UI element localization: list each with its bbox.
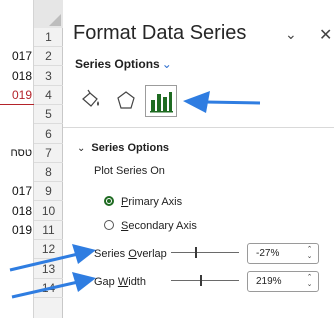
cell-column: 017 018 019 טסח 017 018 019 (0, 0, 34, 318)
pentagon-effects-icon[interactable] (113, 85, 139, 117)
chevron-down-icon: ⌄ (77, 143, 86, 154)
radio-unselected-icon[interactable] (104, 220, 114, 230)
series-overlap-rest: verlap (136, 248, 167, 260)
spin-arrows-icon[interactable]: ⌃ ⌄ (305, 274, 314, 289)
cell-value[interactable]: 017 (0, 47, 34, 66)
row-number[interactable]: 2 (34, 47, 63, 67)
series-overlap-value[interactable]: -27% (256, 248, 279, 259)
chevron-down-icon: ⌄ (161, 57, 172, 71)
paint-bucket-icon[interactable] (77, 85, 103, 117)
gap-width-slider[interactable] (171, 275, 239, 287)
select-all-corner[interactable] (34, 0, 63, 28)
row-number[interactable]: 8 (34, 163, 63, 183)
row-number[interactable]: 14 (34, 279, 63, 298)
divider (63, 127, 334, 128)
row-number[interactable]: 3 (34, 67, 63, 86)
row-number[interactable]: 6 (34, 125, 63, 144)
close-icon[interactable]: ✕ (319, 25, 332, 45)
radio-selected-icon[interactable] (104, 196, 114, 206)
series-overlap-label: Series Overlap (94, 248, 167, 260)
row-number[interactable]: 1 (34, 28, 63, 47)
series-overlap-spinbox[interactable]: -27% ⌃ ⌄ (247, 243, 319, 264)
row-number[interactable]: 13 (34, 260, 63, 279)
primary-axis-label: rimary Axis (128, 196, 183, 208)
chevron-down-icon[interactable]: ⌄ (285, 26, 297, 43)
series-options-dropdown-label: Series Options (75, 57, 160, 71)
gap-width-accel: W (117, 276, 129, 288)
secondary-axis-radio[interactable]: Secondary Axis (104, 220, 197, 232)
section-header[interactable]: ⌄ Series Options (77, 142, 169, 154)
series-overlap-slider[interactable] (171, 247, 239, 259)
series-options-dropdown[interactable]: Series Options ⌄ (75, 57, 172, 71)
spin-arrows-icon[interactable]: ⌃ ⌄ (305, 246, 314, 261)
cell-value[interactable]: 018 (0, 202, 34, 221)
secondary-axis-label: econdary Axis (128, 220, 197, 232)
row-number[interactable]: 10 (34, 202, 63, 221)
bar-chart-icon[interactable] (145, 85, 177, 117)
cell-value[interactable]: 017 (0, 182, 34, 201)
gap-width-rest: idth (128, 276, 146, 288)
cell-value[interactable]: 019 (0, 221, 34, 240)
cell-value[interactable]: 019 (0, 86, 34, 105)
row-number[interactable]: 12 (34, 240, 63, 260)
gap-width-prefix: Gap (94, 276, 118, 288)
row-number[interactable]: 5 (34, 105, 63, 125)
slider-thumb[interactable] (195, 247, 197, 258)
slider-thumb[interactable] (200, 275, 202, 286)
slider-track (171, 280, 239, 281)
gap-width-label: Gap Width (94, 276, 146, 288)
gap-width-spinbox[interactable]: 219% ⌃ ⌄ (247, 271, 319, 292)
series-overlap-accel: O (128, 248, 137, 260)
cell-value[interactable]: טסח (0, 144, 34, 163)
slider-track (171, 252, 239, 253)
row-header-column: 1 2 3 4 5 6 7 8 9 10 11 12 13 14 (34, 0, 63, 318)
gap-width-value[interactable]: 219% (256, 276, 282, 287)
section-title: Series Options (91, 142, 170, 154)
spreadsheet-grid: 017 018 019 טסח 017 018 019 1 2 3 4 5 6 7 8 9 10 11 12 13 1… (0, 0, 63, 318)
series-overlap-prefix: Series (94, 248, 129, 260)
pane-title: Format Data Series (73, 22, 247, 44)
cell-value[interactable]: 018 (0, 67, 34, 86)
row-number[interactable]: 4 (34, 86, 63, 105)
row-number[interactable]: 9 (34, 182, 63, 202)
format-pane: Format Data Series ⌄ ✕ Series Options ⌄ ⌄… (63, 0, 334, 318)
row-number[interactable]: 11 (34, 221, 63, 240)
plot-series-on-label: Plot Series On (94, 165, 165, 177)
primary-axis-radio[interactable]: Primary Axis (104, 196, 182, 208)
row-number[interactable]: 7 (34, 144, 63, 163)
